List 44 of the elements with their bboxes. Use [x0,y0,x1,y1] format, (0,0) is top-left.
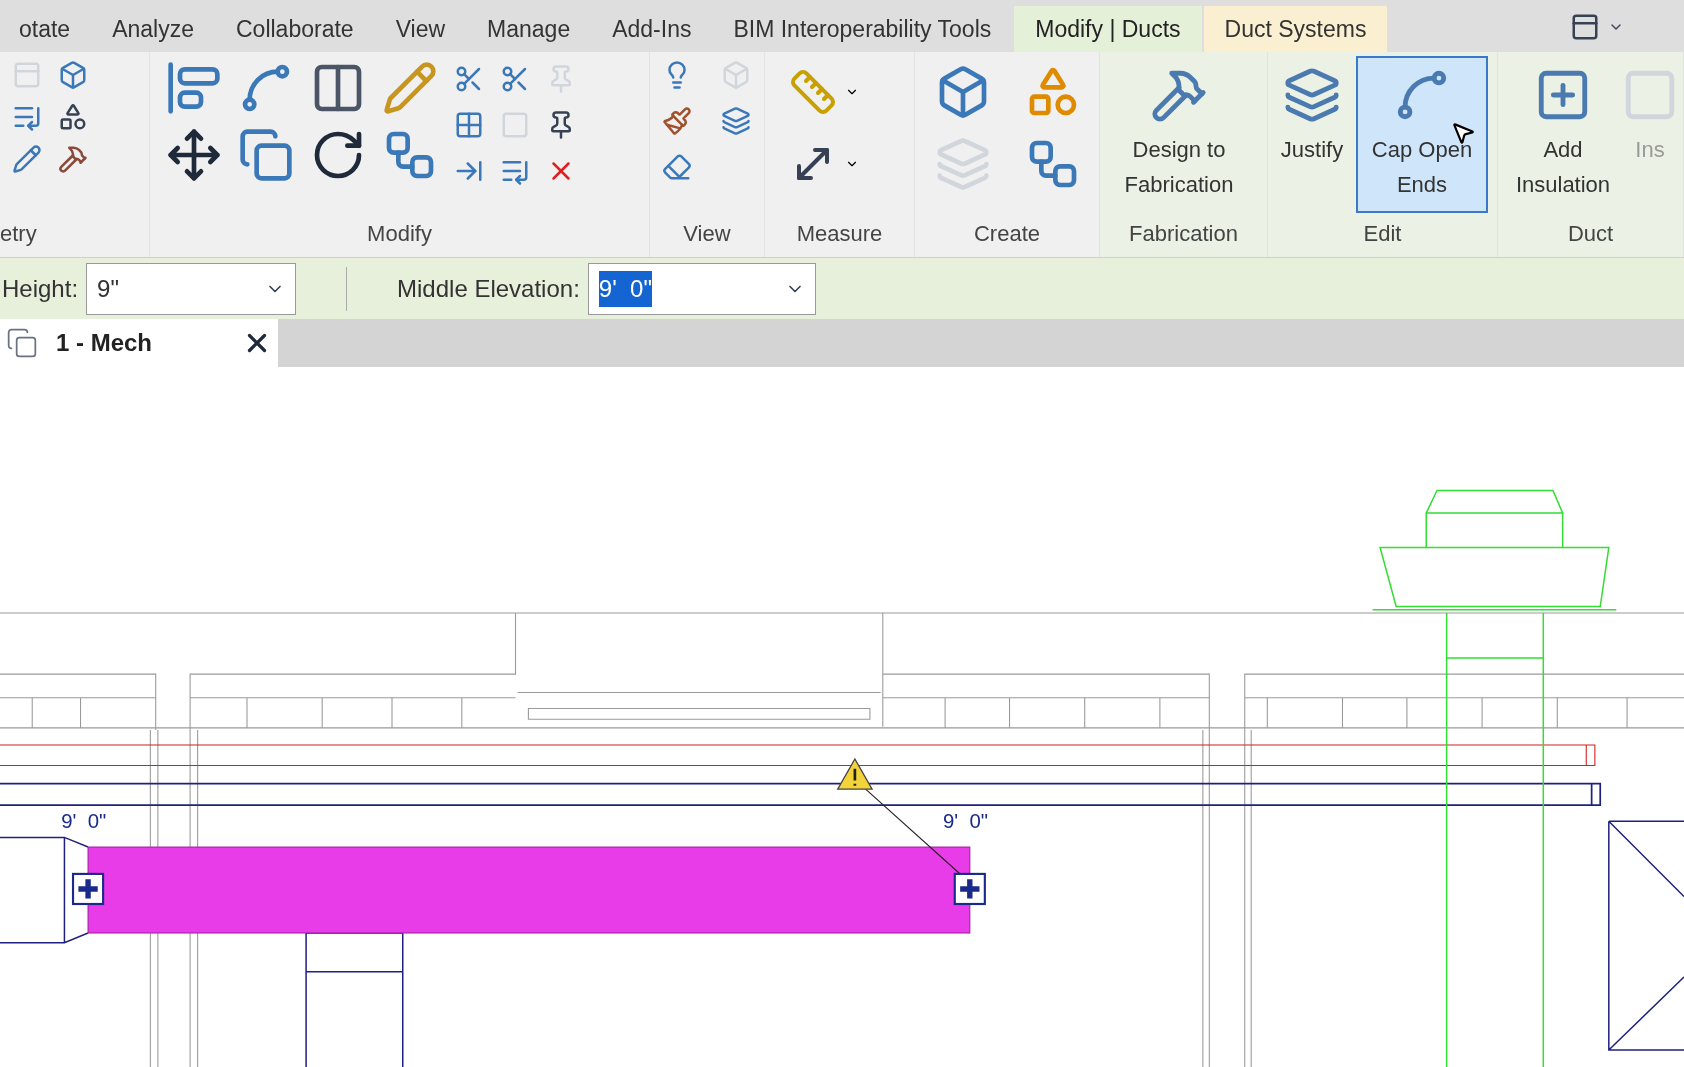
dropdown-field[interactable]: 9' 0" [587,262,816,315]
panel-title: Modify [367,220,432,248]
ruler-icon[interactable] [789,68,837,116]
cube-icon[interactable] [58,60,88,90]
ribbon-tab[interactable]: Add-Ins [591,6,713,52]
connector-icon[interactable] [953,872,986,906]
ribbon-button[interactable]: Cap Open Ends [1356,56,1488,213]
field-label: Height: [2,273,79,304]
shapes-icon[interactable] [58,102,88,132]
dropdown-field[interactable]: 9" [86,262,297,315]
elevation-label: 9' 0" [942,809,989,832]
ribbon-tab[interactable]: BIM Interoperability Tools [712,6,1013,52]
paintbrush-icon[interactable] [662,106,692,136]
hammer-icon[interactable] [58,144,88,174]
ribbon-tab[interactable]: otate [0,6,92,52]
ribbon-button[interactable]: Design to Fabrication [1104,56,1254,213]
eraser-icon[interactable] [662,152,692,182]
paint-icon[interactable] [12,144,42,174]
ribbon-tab[interactable]: Duct Systems [1203,6,1388,52]
ribbon-button[interactable]: Justify [1272,56,1352,213]
panel-title: Edit [1363,220,1402,248]
panel-title: etry [0,220,37,248]
array-icon[interactable] [454,110,484,140]
connector-icon[interactable] [71,872,105,906]
ribbon-tab[interactable]: Manage [466,6,592,52]
ribbon-tab[interactable]: Collaborate [215,6,375,52]
document-tab[interactable]: 1 - Mech [0,319,278,367]
field-label: Middle Elevation: [397,273,580,304]
ribbon-tab[interactable]: View [374,6,467,52]
panel-title: Measure [796,220,883,248]
warning-icon[interactable] [836,757,874,790]
ribbon-tab[interactable]: Modify | Ducts [1014,6,1202,52]
ribbon-tool-icon [1283,66,1341,124]
elevation-label: 9' 0" [61,809,107,832]
panel-title: Create [973,220,1040,248]
copy-icon[interactable] [238,127,294,183]
ribbon-button[interactable]: Add Insulation [1502,56,1624,213]
ribbon-tab[interactable]: Analyze [91,6,215,52]
panel-title: Fabrication [1129,220,1238,248]
panel-title: Duct [1567,220,1614,248]
minimize-ribbon-icon[interactable] [1570,12,1600,42]
align-icon[interactable] [166,60,222,116]
panel-title: View [683,220,731,248]
move-icon[interactable] [166,127,222,183]
